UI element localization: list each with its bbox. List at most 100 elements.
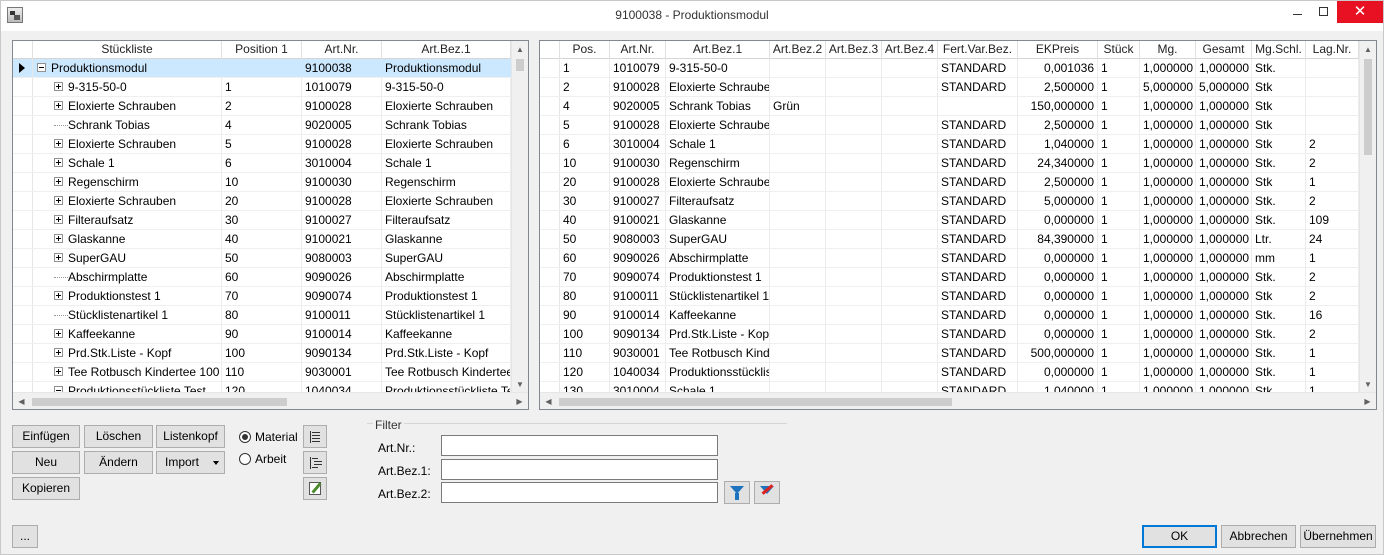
artbez2-cell[interactable] [770,249,826,267]
table-row[interactable]: 20 9100028 Eloxierte Schrauben STANDARD 2,50… [540,173,1359,192]
artbez1-cell[interactable]: Produktionsstückliste [666,363,770,381]
artbez2-cell[interactable] [770,59,826,77]
artbez1-cell[interactable]: Tee Rotbusch Kindertee 100 [382,363,511,381]
fertvar-cell[interactable]: STANDARD [938,363,1018,381]
mengenschl-cell[interactable]: Stk [1252,135,1306,153]
ekpreis-cell[interactable]: 0,000000 [1018,325,1098,343]
mengenschl-cell[interactable]: Stk. [1252,306,1306,324]
lagnr-cell[interactable]: 109 [1306,211,1359,229]
gesamt-cell[interactable]: 1,000000 [1196,116,1252,134]
artnr-filter-input[interactable] [441,435,718,456]
menge-cell[interactable]: 1,000000 [1140,116,1196,134]
artbez2-cell[interactable] [770,287,826,305]
pos-cell[interactable]: 110 [560,344,610,362]
artbez4-cell[interactable] [882,344,938,362]
stueck-cell[interactable]: 1 [1098,173,1140,191]
row-indicator[interactable] [540,97,560,115]
expand-icon[interactable] [54,291,63,301]
table-row[interactable]: 5 9100028 Eloxierte Schrauben STANDARD 2,500… [540,116,1359,135]
artbez4-cell[interactable] [882,59,938,77]
row-indicator[interactable] [540,363,560,381]
pos-cell[interactable]: 6 [560,135,610,153]
row-indicator[interactable] [13,211,33,229]
menge-cell[interactable]: 1,000000 [1140,154,1196,172]
mengenschl-cell[interactable]: Stk [1252,116,1306,134]
tree-node[interactable]: Produktionstest 1 [33,287,222,305]
table-row[interactable]: 50 9080003 SuperGAU STANDARD 84,390000 1 1,000… [540,230,1359,249]
artbez3-cell[interactable] [826,249,882,267]
menge-cell[interactable]: 1,000000 [1140,211,1196,229]
fertvar-cell[interactable]: STANDARD [938,306,1018,324]
radio-material[interactable]: Material [239,430,298,444]
mengenschl-cell[interactable]: Ltr. [1252,230,1306,248]
artnr-cell[interactable]: 9100028 [610,78,666,96]
menge-cell[interactable]: 1,000000 [1140,287,1196,305]
gesamt-cell[interactable]: 1,000000 [1196,173,1252,191]
gesamt-cell[interactable]: 1,000000 [1196,344,1252,362]
artbez3-cell[interactable] [826,135,882,153]
stueck-cell[interactable]: 1 [1098,230,1140,248]
position-cell[interactable] [222,59,302,77]
artbez1-cell[interactable]: Produktionstest 1 [666,268,770,286]
artnr-cell[interactable]: 9090074 [302,287,382,305]
artnr-cell[interactable]: 9100027 [610,192,666,210]
artbez4-cell[interactable] [882,78,938,96]
gesamt-cell[interactable]: 5,000000 [1196,78,1252,96]
fertvar-cell[interactable] [938,97,1018,115]
position-cell[interactable]: 30 [222,211,302,229]
row-indicator[interactable] [13,135,33,153]
ekpreis-cell[interactable]: 0,001036 [1018,59,1098,77]
lagnr-cell[interactable]: 16 [1306,306,1359,324]
table-row[interactable]: 4 9020005 Schrank Tobias Grün 150,000000 1 1,0… [540,97,1359,116]
artnr-cell[interactable]: 9100014 [610,306,666,324]
tree-row[interactable]: Eloxierte Schrauben 5 9100028 Eloxierte Sch… [13,135,511,154]
expand-icon[interactable] [54,196,63,206]
scroll-right-icon[interactable]: ▶ [511,393,528,409]
stueck-cell[interactable]: 1 [1098,306,1140,324]
listenkopf-button[interactable]: Listenkopf [156,425,225,448]
scroll-left-icon[interactable]: ◀ [540,393,557,409]
artnr-cell[interactable]: 1040034 [610,363,666,381]
pos-cell[interactable]: 90 [560,306,610,324]
position-cell[interactable]: 4 [222,116,302,134]
lagnr-cell[interactable]: 2 [1306,268,1359,286]
artbez4-cell[interactable] [882,230,938,248]
pos-cell[interactable]: 2 [560,78,610,96]
tree-row[interactable]: 9-315-50-0 1 1010079 9-315-50-0 [13,78,511,97]
artbez1-cell[interactable]: Abschirmplatte [382,268,511,286]
expand-icon[interactable] [54,234,63,244]
artbez4-cell[interactable] [882,116,938,134]
mengenschl-cell[interactable]: Stk. [1252,192,1306,210]
ekpreis-cell[interactable]: 84,390000 [1018,230,1098,248]
lagnr-cell[interactable] [1306,97,1359,115]
table-row[interactable]: 90 9100014 Kaffeekanne STANDARD 0,000000 1 1,0… [540,306,1359,325]
row-indicator[interactable] [13,249,33,267]
radio-arbeit-indicator[interactable] [239,453,251,465]
table-row[interactable]: 60 9090026 Abschirmplatte STANDARD 0,000000 1… [540,249,1359,268]
stueck-cell[interactable]: 1 [1098,78,1140,96]
artnr-cell[interactable]: 9080003 [302,249,382,267]
row-indicator[interactable] [540,173,560,191]
tree-node[interactable]: Filteraufsatz [33,211,222,229]
lagnr-cell[interactable]: 2 [1306,325,1359,343]
ekpreis-cell[interactable]: 0,000000 [1018,249,1098,267]
stueck-cell[interactable]: 1 [1098,59,1140,77]
table-row[interactable]: 10 9100030 Regenschirm STANDARD 24,340000 1 1,… [540,154,1359,173]
artnr-cell[interactable]: 9100028 [302,192,382,210]
gesamt-cell[interactable]: 1,000000 [1196,306,1252,324]
pos-cell[interactable]: 1 [560,59,610,77]
import-button[interactable]: Import [156,451,225,474]
gesamt-cell[interactable]: 1,000000 [1196,211,1252,229]
artnr-cell[interactable]: 9100028 [610,116,666,134]
column-header[interactable]: Art.Bez.2 [770,41,826,59]
row-indicator[interactable] [540,211,560,229]
mengenschl-cell[interactable]: Stk. [1252,363,1306,381]
artnr-cell[interactable]: 9090134 [610,325,666,343]
tree-node[interactable]: Produktionsmodul [33,59,222,77]
artbez1-cell[interactable]: Schrank Tobias [666,97,770,115]
gesamt-cell[interactable]: 1,000000 [1196,192,1252,210]
artnr-cell[interactable]: 9100027 [302,211,382,229]
artnr-cell[interactable]: 9100028 [302,97,382,115]
artbez2-cell[interactable] [770,154,826,172]
gesamt-cell[interactable]: 1,000000 [1196,154,1252,172]
